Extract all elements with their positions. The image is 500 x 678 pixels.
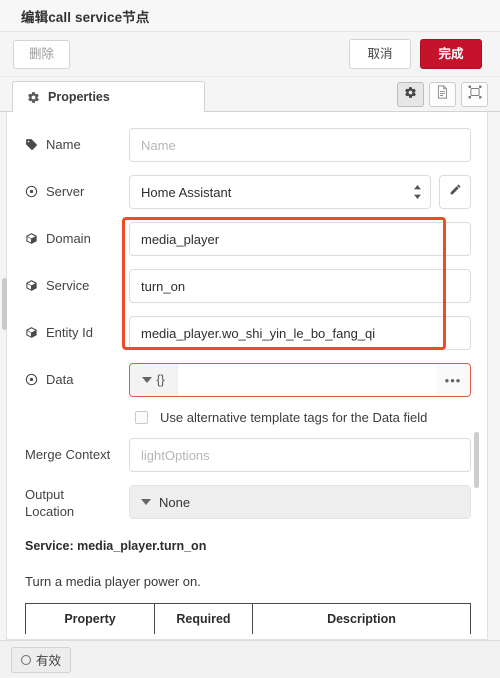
label-service-text: Service [46,278,90,293]
label-name-text: Name [46,137,81,152]
server-select-value: Home Assistant [141,184,232,200]
table-header-row: Property Required Description [24,603,472,634]
target-icon [25,373,39,386]
table-header-property: Property [24,603,156,634]
chevron-down-icon [142,377,153,383]
label-output-location-line1: Output [25,487,65,502]
label-merge-context-text: Merge Context [25,447,111,462]
done-button[interactable]: 完成 [420,39,482,69]
cube-icon [25,232,39,245]
gear-icon [404,86,417,104]
chevron-down-icon [141,499,151,505]
label-merge-context: Merge Context [25,438,129,463]
delete-button[interactable]: 删除 [13,39,70,69]
service-info-title: Service: media_player.turn_on [25,539,207,553]
dialog-footer: 有效 [0,640,500,678]
field-row-service: Service [25,269,471,303]
label-data-text: Data [46,372,74,387]
control-merge-context [129,438,471,472]
radio-circle-icon [21,654,31,665]
control-entity-id [129,316,471,350]
control-output-location: None [129,485,471,519]
domain-input[interactable] [129,222,471,256]
tab-properties-label: Properties [48,90,110,104]
label-server-text: Server [46,184,85,199]
field-row-domain: Domain [25,222,471,256]
enabled-toggle-label: 有效 [36,654,62,668]
label-entity-id: Entity Id [25,316,129,341]
properties-panel: Name Server [6,112,488,640]
alt-template-tags-label: Use alternative template tags for the Da… [160,410,428,425]
merge-context-input[interactable] [129,438,471,472]
data-type-selector[interactable]: {} [130,364,178,396]
server-edit-button[interactable] [439,175,471,209]
label-domain-text: Domain [46,231,91,246]
service-parameters-table: Property Required Description [24,603,472,634]
cube-icon [25,326,39,339]
tab-properties[interactable]: Properties [12,81,205,113]
data-type-label: {} [156,373,165,387]
toolbar-appearance-button[interactable] [461,82,488,107]
gear-icon [27,91,40,104]
field-row-output-location: Output Location None [25,485,471,520]
select-node-icon [468,85,482,104]
toolbar-gear-button[interactable] [397,82,424,107]
label-server: Server [25,175,129,200]
field-row-data: Data {} ••• [25,363,471,397]
control-domain [129,222,471,256]
toolbar-description-button[interactable] [429,82,456,107]
alt-template-tags-row: Use alternative template tags for the Da… [129,410,471,425]
label-entity-id-text: Entity Id [46,325,93,340]
dialog-title: 编辑call service节点 [21,9,150,25]
label-service: Service [25,269,129,294]
panel-scrollbar-thumb[interactable] [474,432,479,488]
tab-tool-buttons [397,82,488,107]
table-header-required: Required [154,603,253,634]
spinner-arrows-icon [413,185,422,199]
name-input[interactable] [129,128,471,162]
pencil-icon [449,183,462,201]
target-icon [25,185,39,198]
cube-icon [25,279,39,292]
server-select[interactable]: Home Assistant [129,175,431,209]
label-name: Name [25,128,129,153]
alt-template-tags-checkbox[interactable] [135,411,148,424]
label-output-location: Output Location [25,485,129,520]
server-select-wrap: Home Assistant [129,175,431,209]
dialog-title-bar: 编辑call service节点 [0,0,500,32]
label-domain: Domain [25,222,129,247]
field-row-merge-context: Merge Context [25,438,471,472]
service-info-description: Turn a media player power on. [25,574,201,589]
entity-id-input[interactable] [129,316,471,350]
node-property-form: Name Server [7,112,487,520]
field-row-name: Name [25,128,471,162]
control-service [129,269,471,303]
control-name [129,128,471,162]
data-expand-button[interactable]: ••• [436,364,470,396]
label-data: Data [25,363,129,388]
output-location-dropdown[interactable]: None [129,485,471,519]
label-output-location-line2: Location [25,504,75,519]
file-document-icon [436,85,449,104]
tag-icon [25,138,39,151]
node-edit-dialog: 编辑call service节点 删除 取消 完成 Properties Nam… [0,0,500,678]
enabled-toggle-button[interactable]: 有效 [11,646,72,673]
service-info-section: Service: media_player.turn_on Turn a med… [7,533,487,634]
field-row-server: Server Home Assistant [25,175,471,209]
dialog-scrollbar-thumb[interactable] [2,278,7,330]
tab-strip: Properties [0,77,500,113]
dialog-action-bar: 删除 取消 完成 [0,32,500,77]
data-typed-input: {} ••• [129,363,471,397]
field-row-entity-id: Entity Id [25,316,471,350]
output-location-value: None [159,494,191,510]
cancel-button[interactable]: 取消 [349,39,411,69]
control-data: {} ••• [129,363,471,397]
data-value[interactable] [178,364,436,396]
table-header-description: Description [251,603,472,634]
service-input[interactable] [129,269,471,303]
control-server: Home Assistant [129,175,471,209]
